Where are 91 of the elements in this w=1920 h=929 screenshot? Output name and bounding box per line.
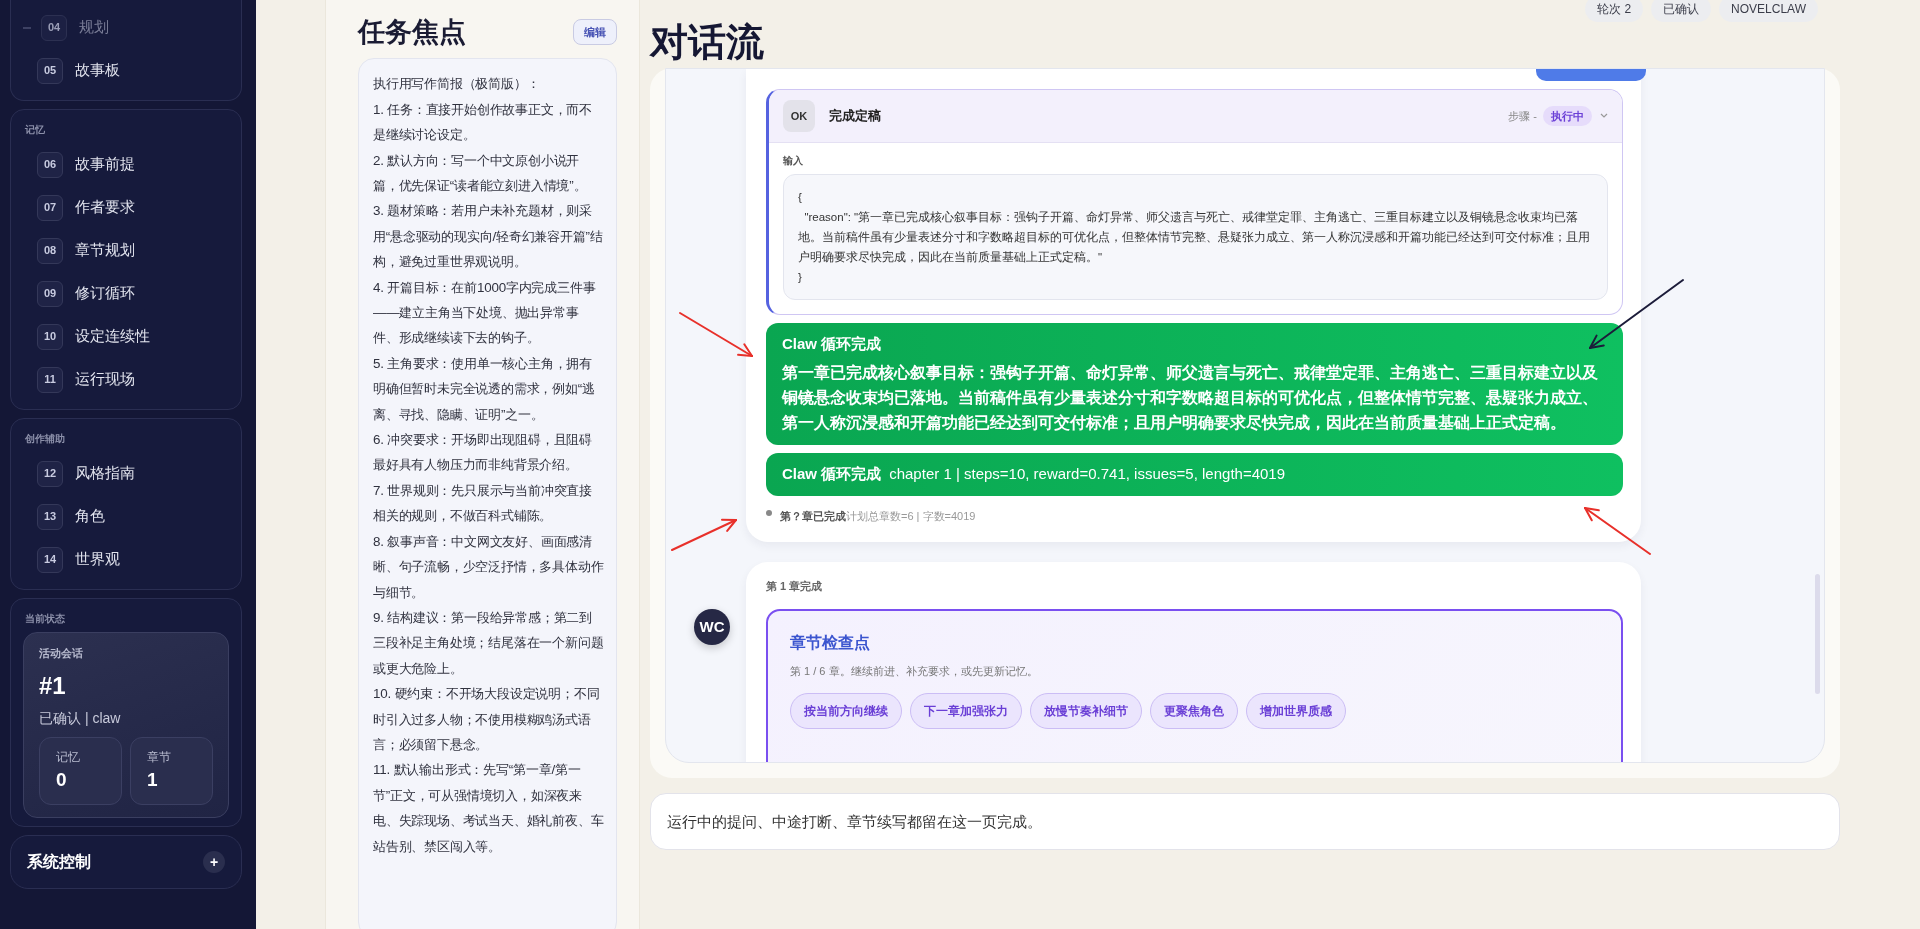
item-label: 风格指南 [75,463,135,484]
sidebar-item[interactable]: 14 世界观 [23,538,229,581]
annotation-arrow [1584,507,1651,555]
sidebar-item[interactable]: 05 故事板 [23,49,229,92]
brief-line: 8. 叙事声音：中文网文友好、画面感清晰、句子流畅，少空泛抒情，多具体动作与细节。 [373,532,604,602]
annotation-arrow [671,518,737,551]
message-label: 第 1 章完成 [766,579,824,595]
code-block: { "reason": "第一章已完成核心叙事目标：强钩子开篇、命灯异常、师父遗言与死亡、戒律堂定罪、主角逃亡、三重目标建立以及铜镜悬念收束均已落地。当前稿件虽有少量表述分寸和字数略超目标的可优化点，但整体情节完整、悬疑张力成立、第一人称沉浸感和开篇功能已经达到可交付标准；且用户明确要求尽快完成，因此在当前质量基础上正式定稿。" } [783,173,1608,300]
page-title: 对话流 [650,22,764,64]
item-number: 08 [37,237,63,264]
stat-value: 1 [147,767,159,792]
brief-line: 9. 结构建议：第一段给异常感；第二到三段补足主角处境；结尾落在一个新问题或更大危险上。 [373,608,604,678]
sidebar-item[interactable]: 11 运行现场 [23,358,229,401]
status-badge: 执行中 [1543,105,1592,127]
banner-title: Claw 循环完成 [782,333,883,354]
suggestion-chip[interactable]: 放慢节奏补细节 [1030,693,1142,730]
item-label: 故事前提 [75,154,135,175]
item-number: 13 [37,503,63,530]
status-chip: 已确认 [1651,0,1712,22]
brief-line: 4. 开篇目标：在前1000字内完成三件事——建立主角当下处境、抛出异常事件、形成继续读下去的钩子。 [373,278,597,348]
item-number: 11 [37,366,63,393]
banner-title: Claw 循环完成 [782,464,882,485]
brief-line: 2. 默认方向：写一个中文原创小说开篇，优先保证“读者能立刻进入情境”。 [373,151,588,195]
expand-button[interactable]: + [203,851,225,873]
item-number: 07 [37,194,63,221]
avatar: WC [694,608,730,645]
session-meta: 已确认 | claw [39,708,122,728]
session-id: #1 [39,670,67,701]
chat-input[interactable]: 运行中的提问、中途打断、章节续写都留在这一页完成。 [650,792,1840,850]
sidebar-item[interactable]: 08 章节规划 [23,229,229,272]
item-number: 12 [37,460,63,487]
item-label: 修订循环 [75,283,135,304]
status-chip: 轮次 2 [1585,0,1644,22]
item-label: 运行现场 [75,369,135,390]
brief-line: 1. 任务：直接开始创作故事正文，而不是继续讨论设定。 [373,100,594,145]
brief-line: 7. 世界规则：先只展示与当前冲突直接相关的规则，不做百科式铺陈。 [373,481,594,526]
item-label: 故事板 [75,60,120,81]
item-label: 章节规划 [75,240,135,261]
panel-title: 任务焦点 [358,16,466,49]
suggestion-chip[interactable]: 按当前方向继续 [790,693,902,730]
group-label: 创作辅助 [25,432,66,446]
caret-icon[interactable] [1600,112,1608,119]
item-number: 09 [37,280,63,307]
sidebar-item[interactable]: 13 角色 [23,495,229,538]
status-strong: 第？章已完成 [780,508,846,524]
banner-text: chapter 1 | steps=10, reward=0.741, issues=5, length=4019 [889,464,1286,485]
status-chip: NOVELCLAW [1719,0,1818,22]
brief-line: 6. 冲突要求：开场即出现阻碍，且阻碍最好具有人物压力而非纯背景介绍。 [373,431,594,475]
stat-label: 记忆 [56,748,81,766]
status-meta: 计划总章数=6 | 字数=4019 [846,508,976,524]
stat-label: 章节 [147,748,172,766]
item-label: 作者要求 [75,197,135,218]
input-label: 输入 [783,153,804,168]
dash-icon [23,26,31,29]
suggestion-chip[interactable]: 增加世界质感 [1246,693,1346,730]
item-number: 10 [37,323,63,350]
banner-text: 第一章已完成核心叙事目标：强钩子开篇、命灯异常、师父遗言与死亡、戒律堂定罪、主角逃亡、三重目标建立以及铜镜悬念收束均已落地。当前稿件虽有少量表述分寸和字数略超目标的可优化点，但整体情节完整、悬疑张力成立、第一人称沉浸感和开篇功能已经达到可交付标准；且用户明确要求尽快完成，因此在当前质量基础上正式定稿。 [782,363,1599,434]
item-number: 05 [37,57,63,84]
checkpoint-subtitle: 第 1 / 6 章。继续前进、补充要求，或先更新记忆。 [790,663,1039,679]
tool-badge: OK [783,99,815,132]
suggestion-chip[interactable]: 更聚焦角色 [1150,693,1238,730]
tool-title: 完成定稿 [829,107,882,126]
brief-line: 执行用写作简报（极简版）： [373,75,541,94]
item-label: 规划 [79,17,109,38]
scrollbar[interactable] [1815,573,1820,694]
item-label: 设定连续性 [75,326,150,347]
brief-line: 11. 默认输出形式：先写“第一章/第一节”正文，可从强情境切入，如深夜来电、失踪现场、考试当天、婚礼前夜、车站告别、禁区闯入等。 [373,761,604,856]
group-label: 当前状态 [25,612,66,626]
item-number: 06 [37,151,63,178]
checkpoint-title: 章节检查点 [790,632,871,653]
sidebar-item[interactable]: 07 作者要求 [23,186,229,229]
sidebar-item[interactable]: 10 设定连续性 [23,315,229,358]
sidebar-item[interactable]: 04 规划 [23,6,229,49]
sidebar-item[interactable]: 12 风格指南 [23,452,229,495]
stat-value: 0 [56,767,68,792]
brief-line: 10. 硬约束：不开场大段设定说明；不同时引入过多人物；不使用模糊鸡汤式语言；必须留下悬念。 [373,685,601,754]
item-number: 14 [37,546,63,573]
step-label: 步骤 - [1508,108,1537,124]
sidebar-item[interactable]: 09 修订循环 [23,272,229,315]
edit-button[interactable]: 编辑 [573,18,617,46]
brief-line: 3. 题材策略：若用户未补充题材，则采用“悬念驱动的现实向/轻奇幻兼容开篇”结构，避免过重世界观说明。 [373,202,604,272]
session-label: 活动会话 [39,646,84,661]
panel-title: 系统控制 [27,852,91,872]
sidebar-item[interactable]: 06 故事前提 [23,143,229,186]
group-label: 记忆 [25,123,46,137]
item-label: 世界观 [75,549,120,570]
item-number: 04 [41,14,67,41]
brief-line: 5. 主角要求：使用单一核心主角，拥有明确但暂时未完全说透的需求，例如“逃离、寻找、隐瞒、证明”之一。 [373,354,596,424]
item-label: 角色 [75,506,105,527]
suggestion-chip[interactable]: 下一章加强张力 [910,693,1022,730]
dot-icon [766,510,772,517]
